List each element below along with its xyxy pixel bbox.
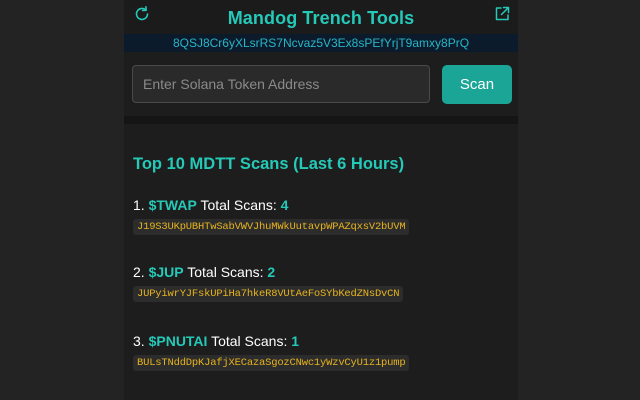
top-scans-title: Top 10 MDTT Scans (Last 6 Hours): [133, 155, 405, 173]
extension-panel: Mandog Trench Tools 8QSJ8Cr6yXLsrRS7Ncva…: [124, 0, 518, 400]
rank: 1.: [133, 197, 145, 213]
total-scans-label: Total Scans:: [187, 264, 264, 280]
token-address[interactable]: BULsTNddDpKJafjXECazaSgozCNwc1yWzvCyU1z1…: [133, 355, 410, 371]
header: Mandog Trench Tools: [124, 0, 518, 34]
total-scans-label: Total Scans:: [200, 197, 277, 213]
scan-line: 1. $TWAP Total Scans: 4: [133, 196, 513, 214]
app-title: Mandog Trench Tools: [227, 8, 415, 28]
wallet-address-bar: 8QSJ8Cr6yXLsrRS7Ncvaz5V3Ex8sPEfYrjT9amxy…: [124, 34, 518, 52]
left-backdrop: [0, 0, 124, 400]
token-ticker: $TWAP: [148, 197, 197, 213]
token-address[interactable]: JUPyiwrYJFskUPiHa7hkeR8VUtAeFoSYbKedZNsD…: [133, 286, 404, 302]
token-address-input[interactable]: [132, 65, 430, 103]
scan-line: 2. $JUP Total Scans: 2: [133, 263, 513, 281]
scan-count: 4: [280, 197, 289, 213]
scan-count: 2: [267, 264, 276, 280]
list-item: 1. $TWAP Total Scans: 4 J19S3UKpUBHTwSab…: [133, 196, 513, 235]
external-link-icon[interactable]: [493, 5, 511, 23]
token-address[interactable]: J19S3UKpUBHTwSabVWVJhuMWkUutavpWPAZqxsV2…: [133, 219, 410, 235]
list-item: 2. $JUP Total Scans: 2 JUPyiwrYJFskUPiHa…: [133, 263, 513, 302]
token-ticker: $PNUTAI: [148, 333, 208, 349]
scan-line: 3. $PNUTAI Total Scans: 1: [133, 332, 513, 350]
scan-count: 1: [291, 333, 300, 349]
rank: 3.: [133, 333, 145, 349]
list-item: 3. $PNUTAI Total Scans: 1 BULsTNddDpKJaf…: [133, 332, 513, 371]
token-ticker: $JUP: [148, 264, 184, 280]
divider: [124, 116, 518, 124]
wallet-address: 8QSJ8Cr6yXLsrRS7Ncvaz5V3Ex8sPEfYrjT9amxy…: [172, 36, 470, 50]
rank: 2.: [133, 264, 145, 280]
right-backdrop: [518, 0, 640, 400]
scan-button[interactable]: Scan: [442, 65, 512, 104]
total-scans-label: Total Scans:: [211, 333, 288, 349]
